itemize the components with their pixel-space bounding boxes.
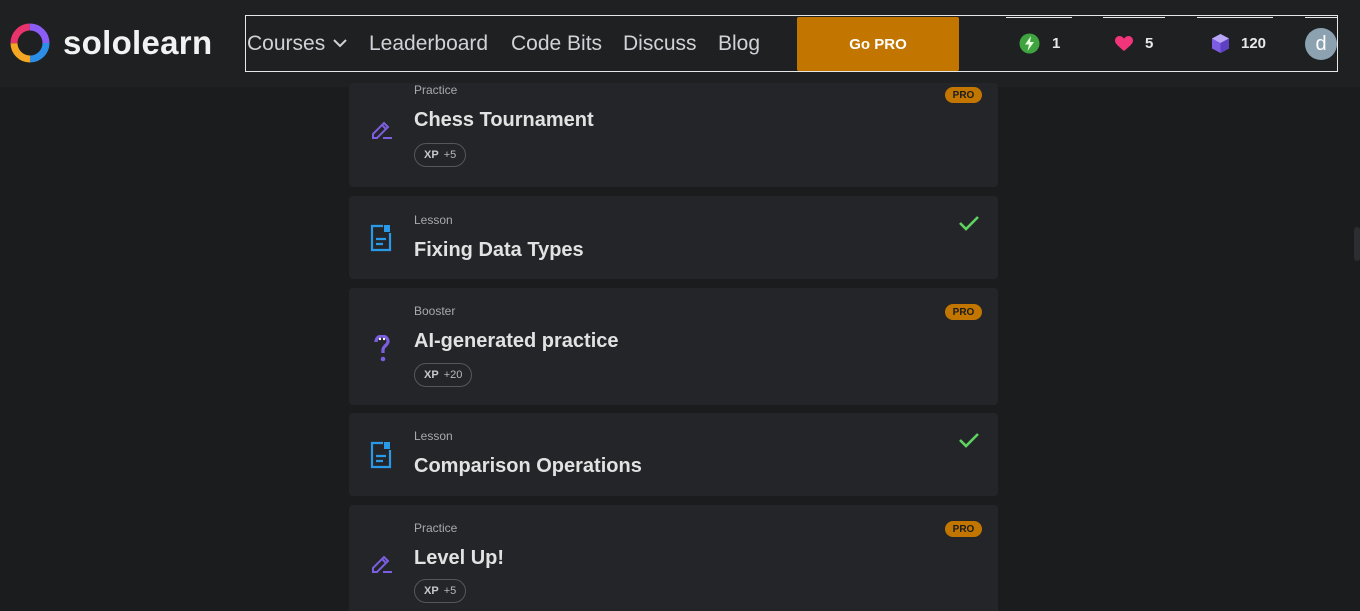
avatar-divider <box>1305 17 1338 18</box>
main-nav: Courses Leaderboard Code Bits Discuss Bl… <box>245 15 1338 72</box>
nav-blog[interactable]: Blog <box>718 16 760 71</box>
brand-name: sololearn <box>63 24 213 61</box>
item-title: Comparison Operations <box>414 455 642 477</box>
item-title: AI-generated practice <box>414 330 619 352</box>
item-type: Practice <box>414 521 458 535</box>
pro-badge: PRO <box>945 87 982 103</box>
item-title: Chess Tournament <box>414 109 594 131</box>
gems-count: 120 <box>1241 35 1267 52</box>
chevron-down-icon <box>333 39 347 48</box>
nav-courses-label: Courses <box>247 31 326 55</box>
item-title: Fixing Data Types <box>414 239 584 261</box>
streak-divider <box>1006 17 1072 18</box>
nav-courses[interactable]: Courses <box>247 16 347 71</box>
user-avatar[interactable]: d <box>1305 28 1337 60</box>
xp-label: XP <box>424 149 439 161</box>
pro-badge: PRO <box>945 521 982 537</box>
sololearn-logo-icon <box>10 23 50 63</box>
nav-leaderboard[interactable]: Leaderboard <box>369 16 488 71</box>
pencil-icon <box>370 118 394 140</box>
document-icon <box>370 441 392 469</box>
xp-pill: XP +5 <box>414 579 467 603</box>
gems-divider <box>1197 17 1273 18</box>
heart-icon <box>1115 35 1133 52</box>
streak-count: 1 <box>1052 35 1061 52</box>
nav-code-bits[interactable]: Code Bits <box>511 16 602 71</box>
scrollbar-thumb[interactable] <box>1354 227 1360 261</box>
list-item-lesson[interactable]: Lesson Comparison Operations <box>349 413 998 496</box>
xp-pill: XP +5 <box>414 143 467 167</box>
hearts-divider <box>1103 17 1165 18</box>
list-item-lesson[interactable]: Lesson Fixing Data Types <box>349 196 998 279</box>
xp-label: XP <box>424 585 439 597</box>
pro-badge: PRO <box>945 304 982 320</box>
completed-check-icon <box>958 215 980 231</box>
nav-discuss[interactable]: Discuss <box>623 16 697 71</box>
streak-counter[interactable]: 1 <box>1006 16 1072 71</box>
pencil-icon <box>370 552 394 574</box>
xp-label: XP <box>424 369 439 381</box>
lightning-icon <box>1019 33 1040 54</box>
document-icon <box>370 224 392 252</box>
list-item-practice[interactable]: Practice Chess Tournament XP +5 PRO <box>349 83 998 187</box>
hearts-count: 5 <box>1145 35 1154 52</box>
question-mark-icon <box>373 335 391 363</box>
item-type: Booster <box>414 304 456 318</box>
top-header: sololearn Courses Leaderboard Code Bits … <box>0 0 1360 87</box>
item-title: Level Up! <box>414 547 505 569</box>
list-item-practice[interactable]: Practice Level Up! XP +5 PRO <box>349 505 998 611</box>
completed-check-icon <box>958 432 980 448</box>
gem-icon <box>1212 34 1229 53</box>
list-item-booster[interactable]: Booster AI-generated practice XP +20 PRO <box>349 288 998 405</box>
item-type: Lesson <box>414 213 453 227</box>
xp-pill: XP +20 <box>414 363 473 387</box>
sololearn-logo[interactable]: sololearn <box>9 22 212 64</box>
hearts-counter[interactable]: 5 <box>1103 16 1165 71</box>
xp-value: +20 <box>443 369 463 381</box>
go-pro-button[interactable]: Go PRO <box>797 17 959 71</box>
item-type: Practice <box>414 83 458 97</box>
xp-value: +5 <box>443 149 457 161</box>
xp-value: +5 <box>443 585 457 597</box>
gems-counter[interactable]: 120 <box>1197 16 1273 71</box>
item-type: Lesson <box>414 429 453 443</box>
